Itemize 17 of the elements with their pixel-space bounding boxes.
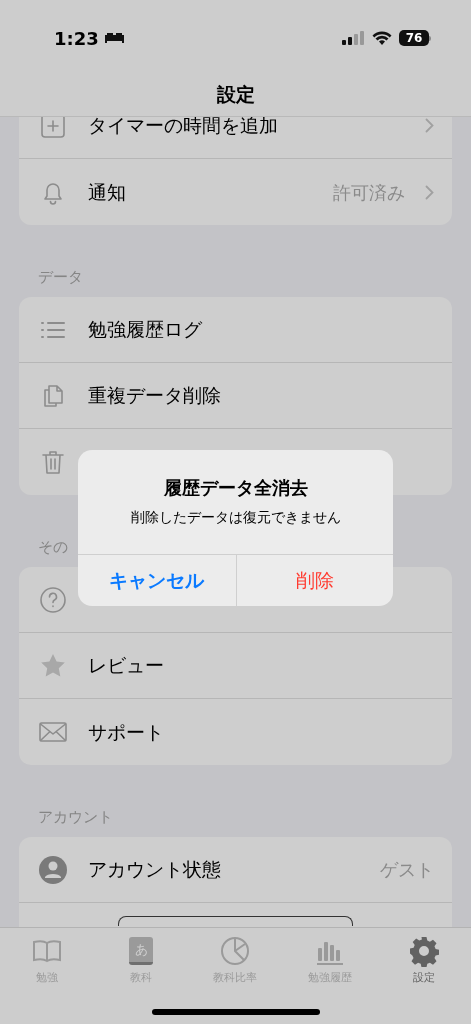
row-value: 許可済み [333, 180, 405, 205]
row-label: アカウント状態 [88, 857, 222, 883]
row-label: 重複データ削除 [88, 383, 222, 409]
dialog-title: 履歴データ全消去 [163, 476, 308, 500]
section-header: その [38, 538, 68, 556]
row-label: レビュー [88, 653, 165, 679]
status-time: 1:23 [54, 26, 99, 51]
battery-icon: 76 [399, 30, 431, 46]
dialog-message: 削除したデータは復元できません [130, 508, 341, 527]
page-title: 設定 [216, 81, 255, 107]
section-header: アカウント [38, 808, 113, 826]
row-label: サポート [88, 719, 165, 745]
row-label: タイマーの時間を追加 [88, 117, 279, 139]
row-label: 通知 [88, 179, 127, 205]
row-label: 勉強履歴ログ [88, 317, 203, 343]
section-header: データ [38, 268, 83, 286]
row-value: ゲスト [380, 858, 434, 882]
